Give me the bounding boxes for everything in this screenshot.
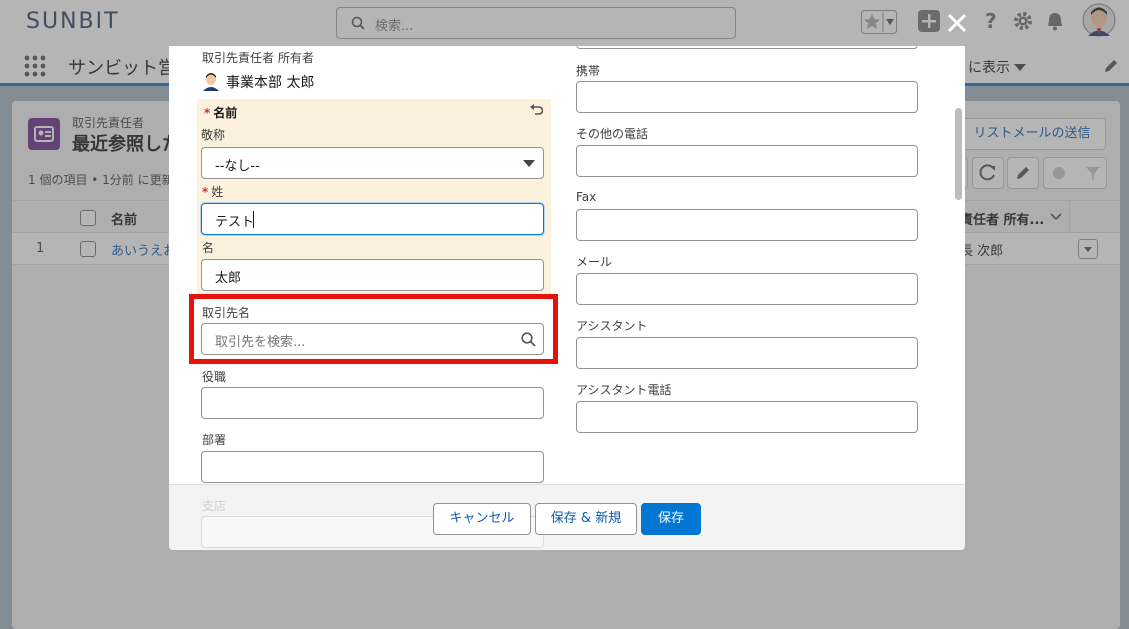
close-icon (947, 13, 967, 33)
email-input[interactable] (576, 273, 918, 305)
assistant-phone-label: アシスタント電話 (576, 383, 672, 397)
owner-avatar-icon (202, 71, 220, 95)
salutation-value: --なし-- (215, 159, 260, 174)
chevron-down-icon (523, 160, 535, 167)
mobile-label: 携帯 (576, 64, 601, 78)
fax-label: Fax (576, 190, 597, 204)
department-label: 部署 (202, 433, 227, 447)
firstname-value: 太郎 (215, 271, 242, 286)
salutation-label: 敬称 (201, 128, 226, 142)
other-phone-input[interactable] (576, 145, 918, 177)
branch-label-faded: 支店 (202, 499, 227, 513)
owner-label: 取引先責任者 所有者 (202, 51, 314, 65)
owner-name: 事業本部 太郎 (226, 75, 315, 91)
cancel-button[interactable]: キャンセル (433, 503, 531, 535)
other-phone-label: その他の電話 (576, 127, 649, 141)
modal-scrollbar[interactable] (955, 108, 962, 200)
text-cursor (253, 211, 254, 228)
modal-footer: 支店 キャンセル 保存 & 新規 保存 (169, 484, 965, 550)
assistant-label: アシスタント (576, 319, 648, 333)
lastname-input[interactable]: テスト (201, 203, 544, 235)
name-section-label: * 名前 (204, 106, 238, 120)
modal-body: 取引先責任者 所有者 事業本部 太郎 * 名前 敬称 --なし-- * 姓 テスト … (169, 46, 965, 484)
assistant-input[interactable] (576, 337, 918, 369)
salutation-select[interactable]: --なし-- (201, 147, 544, 179)
mobile-input[interactable] (576, 81, 918, 113)
undo-icon[interactable] (529, 103, 544, 121)
department-input[interactable] (201, 451, 544, 483)
save-button[interactable]: 保存 (641, 503, 701, 535)
title-input[interactable] (201, 387, 544, 419)
annotation-highlight-box (189, 294, 558, 364)
firstname-label: 名 (202, 241, 215, 255)
fax-input[interactable] (576, 209, 918, 241)
email-label: メール (576, 255, 613, 269)
assistant-phone-input[interactable] (576, 401, 918, 433)
close-modal-button[interactable] (944, 10, 970, 36)
lastname-label: * 姓 (202, 185, 224, 199)
lastname-value: テスト (215, 215, 255, 230)
title-label: 役職 (202, 370, 227, 384)
firstname-input[interactable]: 太郎 (201, 259, 544, 291)
phone-input[interactable] (576, 46, 918, 49)
save-and-new-button[interactable]: 保存 & 新規 (535, 503, 637, 535)
